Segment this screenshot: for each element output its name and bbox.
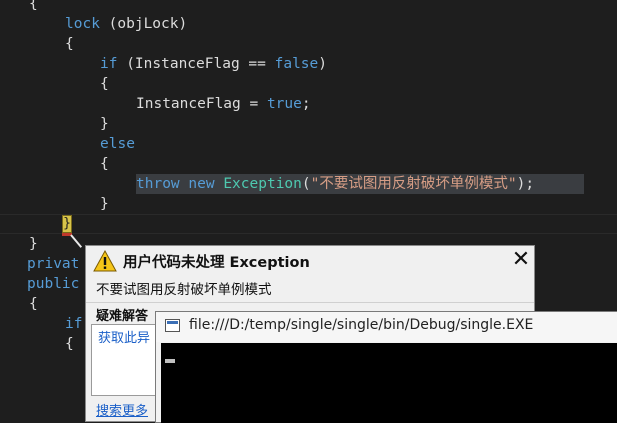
current-line-highlight [0,214,617,234]
console-titlebar[interactable]: file:///D:/temp/single/single/bin/Debug/… [156,312,617,342]
code-line[interactable]: lock (objLock) [65,14,187,34]
code-line[interactable]: { [100,154,109,174]
close-icon[interactable]: ✕ [510,248,532,272]
console-cursor [165,359,175,363]
console-window[interactable]: file:///D:/temp/single/single/bin/Debug/… [155,311,617,423]
code-line[interactable]: { [29,0,38,14]
code-line[interactable]: public [27,274,79,294]
code-line[interactable]: } [100,194,109,214]
code-line[interactable]: privat [27,254,79,274]
troubleshooting-heading: 疑难解答 [96,309,149,324]
warning-icon [93,250,117,272]
code-line[interactable]: InstanceFlag = true; [136,94,311,114]
code-line[interactable]: { [100,74,109,94]
popup-connector [70,234,83,248]
code-line[interactable]: { [65,334,74,354]
code-line[interactable]: } [100,114,109,134]
popup-title: 用户代码未处理 Exception [123,255,310,271]
console-window-icon [165,319,180,332]
current-statement-brace: } [62,215,72,233]
divider [86,302,534,303]
code-line[interactable]: else [100,134,135,154]
code-line[interactable]: { [65,34,74,54]
code-line[interactable]: if [65,314,82,334]
help-link[interactable]: 获取此异 [98,327,150,346]
code-line[interactable]: if (InstanceFlag == false) [100,54,327,74]
exception-message: 不要试图用反射破坏单例模式 [96,282,272,298]
console-title: file:///D:/temp/single/single/bin/Debug/… [189,317,534,333]
popup-header: 用户代码未处理 Exception ✕ [86,246,534,276]
console-output[interactable] [161,343,617,423]
code-line[interactable]: } [29,234,38,254]
exception-line-highlighted[interactable]: throw new Exception("不要试图用反射破坏单例模式"); [136,174,584,194]
code-line[interactable]: { [29,294,38,314]
